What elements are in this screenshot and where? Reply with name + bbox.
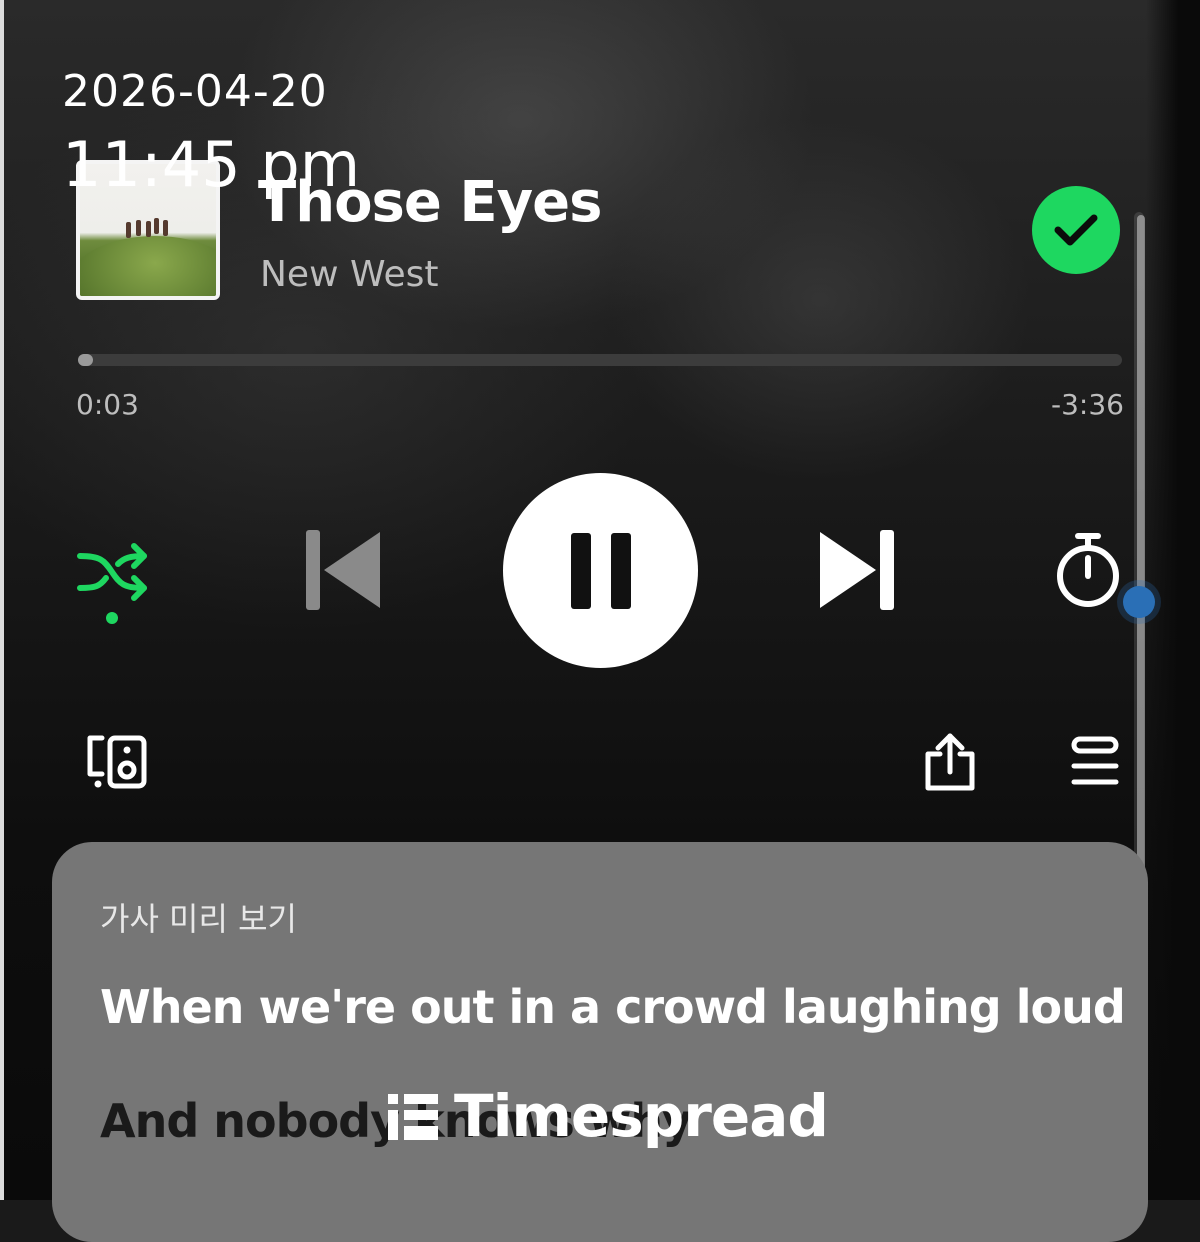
album-art-figure <box>154 218 159 234</box>
sleep-timer-icon <box>1057 533 1119 607</box>
connect-devices-icon <box>87 735 147 789</box>
queue-icon <box>1071 736 1119 785</box>
liked-button[interactable] <box>1032 186 1120 274</box>
album-art-hill <box>80 236 216 296</box>
previous-button[interactable] <box>302 526 386 616</box>
next-button[interactable] <box>814 526 898 616</box>
elapsed-time: 0:03 <box>76 388 139 421</box>
skip-next-icon <box>820 530 894 610</box>
checkmark-icon <box>1054 214 1098 246</box>
share-button[interactable] <box>922 732 978 792</box>
lyrics-line: When we're out in a crowd laughing loud <box>100 980 1126 1034</box>
progress-fill <box>78 354 93 366</box>
lyrics-preview-card[interactable]: 가사 미리 보기 When we're out in a crowd laugh… <box>52 842 1148 1242</box>
skip-previous-icon <box>306 530 380 610</box>
connect-devices-button[interactable] <box>84 734 150 790</box>
shuffle-button[interactable] <box>72 536 156 628</box>
pause-icon <box>561 532 641 609</box>
pause-button[interactable] <box>503 473 698 668</box>
shuffle-icon <box>77 543 147 624</box>
watermark-text: Timespread <box>454 1082 829 1150</box>
album-art-figure <box>146 221 151 237</box>
lyrics-preview-title: 가사 미리 보기 <box>100 900 297 938</box>
timespread-logo-icon <box>388 1094 438 1140</box>
timestamp-time: 11:45 pm <box>62 128 361 201</box>
album-art-figure <box>136 220 141 236</box>
album-art-figure <box>126 222 131 238</box>
scroll-handle[interactable] <box>1123 586 1155 618</box>
sleep-timer-button[interactable] <box>1052 528 1124 612</box>
window-left-edge <box>0 0 4 1200</box>
timestamp-date: 2026-04-20 <box>62 66 328 117</box>
progress-bar[interactable] <box>78 354 1122 366</box>
watermark: Timespread <box>388 1082 829 1150</box>
album-art-figure <box>163 220 168 236</box>
remaining-time: -3:36 <box>1051 388 1124 421</box>
queue-button[interactable] <box>1068 734 1122 790</box>
song-artist[interactable]: New West <box>260 254 438 295</box>
share-icon <box>925 733 975 791</box>
